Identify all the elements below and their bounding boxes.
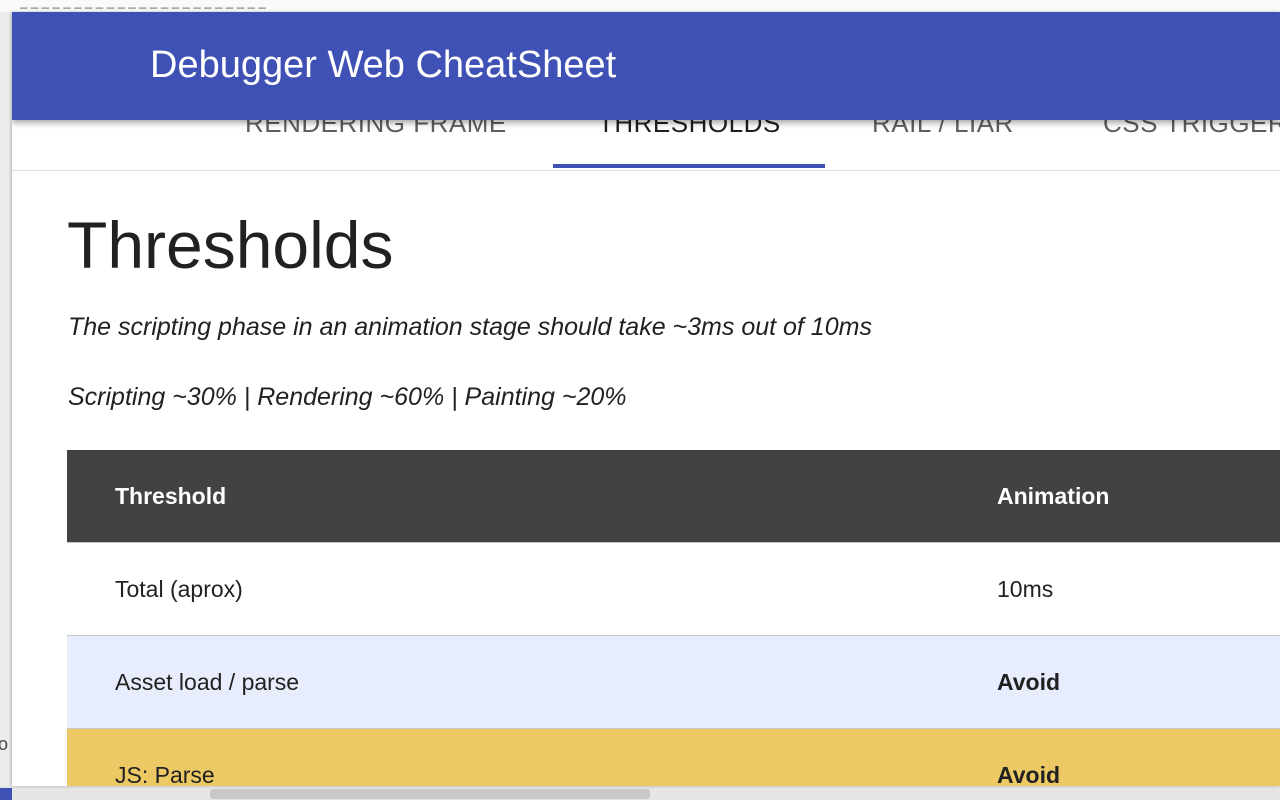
table-row: Total (aprox) 10ms — [67, 542, 1280, 636]
phase-split-text: Scripting ~30% | Rendering ~60% | Painti… — [68, 383, 627, 411]
intro-text: The scripting phase in an animation stag… — [68, 313, 872, 341]
active-tab-indicator — [553, 164, 825, 168]
column-header-animation: Animation — [997, 482, 1110, 509]
background-page-text: o — [0, 734, 9, 754]
page-title: Thresholds — [67, 208, 394, 282]
background-page-edge: o — [0, 12, 12, 800]
app-header: Debugger Web CheatSheet — [12, 12, 1280, 120]
column-header-threshold: Threshold — [115, 482, 227, 509]
animation-cell: 10ms — [997, 542, 1280, 636]
animation-cell: Avoid — [997, 728, 1280, 786]
horizontal-scrollbar[interactable] — [210, 789, 650, 799]
extension-popup: RENDERING FRAME THRESHOLDS RAIL / LIAR C… — [12, 12, 1280, 786]
app-title: Debugger Web CheatSheet — [150, 44, 617, 86]
taskbar-corner — [0, 788, 12, 800]
threshold-cell: Total (aprox) — [67, 542, 997, 636]
table-header-row: Threshold Animation — [67, 450, 1280, 543]
animation-cell: Avoid — [997, 635, 1280, 729]
backdrop-url-fragment: _ _ _ _ _ _ _ _ _ _ _ _ _ _ _ _ _ _ _ _ … — [20, 0, 266, 9]
main-content: Thresholds The scripting phase in an ani… — [12, 171, 1280, 786]
table-row: Asset load / parse Avoid — [67, 635, 1280, 729]
threshold-cell: JS: Parse — [67, 728, 997, 786]
thresholds-table: Threshold Animation Total (aprox) 10ms A… — [67, 450, 1280, 786]
table-row: JS: Parse Avoid — [67, 728, 1280, 786]
threshold-cell: Asset load / parse — [67, 635, 997, 729]
